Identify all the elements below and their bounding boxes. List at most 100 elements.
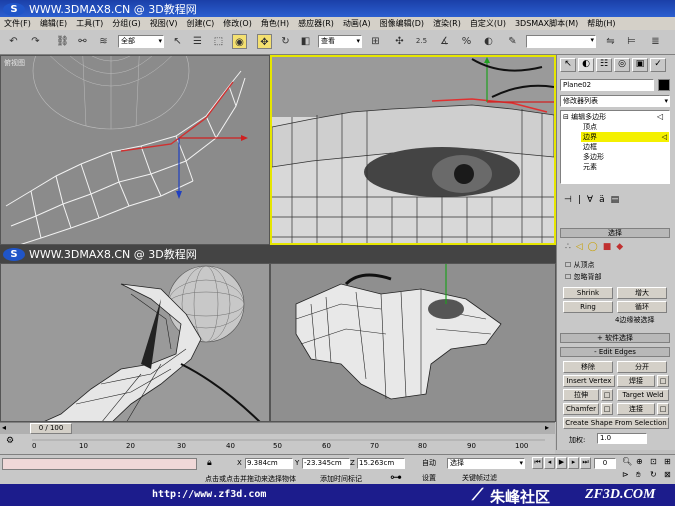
menu-file[interactable]: 文件(F) [4, 18, 31, 29]
rotate-icon[interactable]: ↻ [278, 34, 293, 49]
rect-selection-icon[interactable]: ⬚ [211, 34, 226, 49]
current-frame-field[interactable]: 0 [594, 458, 616, 469]
motion-tab-icon[interactable]: ◎ [614, 58, 630, 72]
connect-button[interactable]: 连接 [617, 403, 655, 415]
zoom-icon[interactable]: 🔍︎ [622, 457, 632, 466]
reference-coord-dropdown[interactable]: 查看 ▾ [318, 35, 362, 48]
element-mode-icon[interactable]: ◆ [616, 242, 623, 256]
z-coordinate-field[interactable]: 15.263cm [357, 458, 405, 469]
menu-animation[interactable]: 动画(A) [343, 18, 371, 29]
grow-button[interactable]: 增大 [617, 287, 667, 299]
field-of-view-icon[interactable]: ⊳ [622, 470, 629, 479]
viewport-left[interactable] [0, 263, 270, 422]
set-key-button[interactable]: 设置 [422, 473, 436, 483]
play-icon[interactable]: ▶ [556, 457, 567, 469]
menu-customize[interactable]: 自定义(U) [470, 18, 506, 29]
pivot-center-icon[interactable]: ⊞ [368, 34, 383, 49]
lock-selection-icon[interactable]: 🔒︎ [207, 458, 212, 468]
edit-named-selection-icon[interactable]: ✎ [505, 34, 520, 49]
menu-graph-editors[interactable]: 图像编辑(D) [380, 18, 424, 29]
time-next-icon[interactable]: ▸ [545, 423, 549, 432]
select-by-name-icon[interactable]: ☰ [190, 34, 205, 49]
zoom-all-icon[interactable]: ⊕ [636, 457, 643, 466]
menu-reactor[interactable]: 感应器(R) [298, 18, 334, 29]
chamfer-button[interactable]: Chamfer [563, 403, 599, 415]
selection-filter-dropdown[interactable]: 全部 ▾ [118, 35, 164, 48]
polygon-mode-icon[interactable]: ■ [603, 242, 612, 256]
maxscript-listener[interactable] [2, 458, 197, 470]
connect-settings-button[interactable]: □ [657, 403, 669, 415]
select-object-icon[interactable]: ↖ [170, 34, 185, 49]
shrink-button[interactable]: Shrink [563, 287, 613, 299]
percent-snap-icon[interactable]: % [459, 34, 474, 49]
track-bar[interactable]: ⚙ 0 10 20 30 40 50 60 70 80 90 100 [0, 434, 555, 454]
maximize-viewport-icon[interactable]: ⊠ [664, 470, 671, 479]
remove-button[interactable]: 移除 [563, 361, 613, 373]
banner-url[interactable]: http://www.zf3d.com [152, 489, 266, 500]
menu-tools[interactable]: 工具(T) [76, 18, 103, 29]
soft-selection-rollout-header[interactable]: + 软件选择 [560, 333, 670, 343]
selection-set-dropdown[interactable]: 选择 ▾ [447, 458, 525, 469]
create-shape-button[interactable]: Create Shape From Selection [563, 417, 669, 429]
menu-create[interactable]: 创建(C) [186, 18, 214, 29]
ring-button[interactable]: Ring [563, 301, 613, 313]
menu-group[interactable]: 分组(G) [112, 18, 140, 29]
time-slider-thumb[interactable]: 0 / 100 [30, 423, 72, 434]
track-filter-icon[interactable]: ⚙ [6, 436, 14, 446]
menu-modify[interactable]: 修改(O) [223, 18, 252, 29]
viewport-perspective[interactable]: 透视 [270, 263, 556, 422]
split-button[interactable]: 分开 [617, 361, 667, 373]
selection-rollout-header[interactable]: 选择 [560, 228, 670, 238]
stack-item-edge[interactable]: 边框 [583, 142, 597, 152]
weld-settings-button[interactable]: □ [657, 375, 669, 387]
menu-view[interactable]: 视图(V) [150, 18, 178, 29]
target-weld-button[interactable]: Target Weld [617, 389, 669, 401]
weld-button[interactable]: 焊接 [617, 375, 655, 387]
layer-manager-icon[interactable]: ≣ [648, 34, 663, 49]
configure-sets-icon[interactable]: ▤ [611, 195, 620, 209]
align-icon[interactable]: ⊨ [624, 34, 639, 49]
weight-field[interactable]: 1.0 [597, 433, 647, 444]
utilities-tab-icon[interactable]: ✓ [650, 58, 666, 72]
menu-edit[interactable]: 编辑(E) [40, 18, 67, 29]
ignore-backfacing-checkbox[interactable]: ☐ 忽略背部 [565, 272, 602, 282]
key-filter-button[interactable]: 关键帧过滤 [462, 473, 497, 483]
modifier-list-dropdown[interactable]: 修改器列表 ▾ [560, 95, 670, 107]
go-to-start-icon[interactable]: ⏮ [532, 457, 543, 469]
pan-icon[interactable]: ✋︎ [636, 470, 641, 480]
next-frame-icon[interactable]: ▸ [568, 457, 579, 469]
insert-vertex-button[interactable]: Insert Vertex [563, 375, 615, 387]
zoom-extents-icon[interactable]: ⊡ [650, 457, 657, 466]
stack-item-border-selected[interactable]: 边界 ◁ [581, 132, 669, 142]
modify-tab-icon[interactable]: ◐ [578, 58, 594, 72]
spinner-snap-icon[interactable]: ◐ [481, 34, 496, 49]
auto-key-button[interactable]: 自动 [422, 458, 436, 468]
remove-modifier-icon[interactable]: ä [599, 195, 605, 209]
time-config-icon[interactable]: ◂ [2, 423, 6, 432]
menu-character[interactable]: 角色(H) [261, 18, 289, 29]
border-mode-icon[interactable]: ◯ [588, 242, 598, 256]
undo-icon[interactable]: ↶ [6, 34, 21, 49]
object-name-field[interactable]: Plane02 [560, 79, 654, 91]
named-selection-set-field[interactable]: ▾ [526, 35, 596, 48]
go-to-end-icon[interactable]: ⏭ [580, 457, 591, 469]
viewport-front-active[interactable] [270, 55, 556, 245]
window-crossing-icon[interactable]: ◉ [232, 34, 247, 49]
redo-icon[interactable]: ↷ [28, 34, 43, 49]
zoom-extents-all-icon[interactable]: ⊞ [664, 457, 671, 466]
loop-button[interactable]: 循环 [617, 301, 667, 313]
menu-maxscript[interactable]: 3DSMAX脚本(M) [515, 18, 578, 29]
pin-stack-icon[interactable]: ⊣ [564, 195, 572, 209]
stack-root[interactable]: ⊟ 编辑多边形 [563, 112, 606, 122]
create-tab-icon[interactable]: ↖ [560, 58, 576, 72]
stack-item-polygon[interactable]: 多边形 [583, 152, 604, 162]
add-time-tag[interactable]: 添加时间标记 [320, 474, 362, 484]
menu-help[interactable]: 帮助(H) [587, 18, 615, 29]
y-coordinate-field[interactable]: -23.345cm [302, 458, 350, 469]
by-vertex-checkbox[interactable]: ☐ 从顶点 [565, 260, 595, 270]
unlink-icon[interactable]: ⚯ [75, 34, 90, 49]
arc-rotate-icon[interactable]: ↻ [650, 470, 657, 479]
vertex-mode-icon[interactable]: ∴ [565, 242, 571, 256]
menu-rendering[interactable]: 渲染(R) [433, 18, 461, 29]
x-coordinate-field[interactable]: 9.384cm [245, 458, 293, 469]
